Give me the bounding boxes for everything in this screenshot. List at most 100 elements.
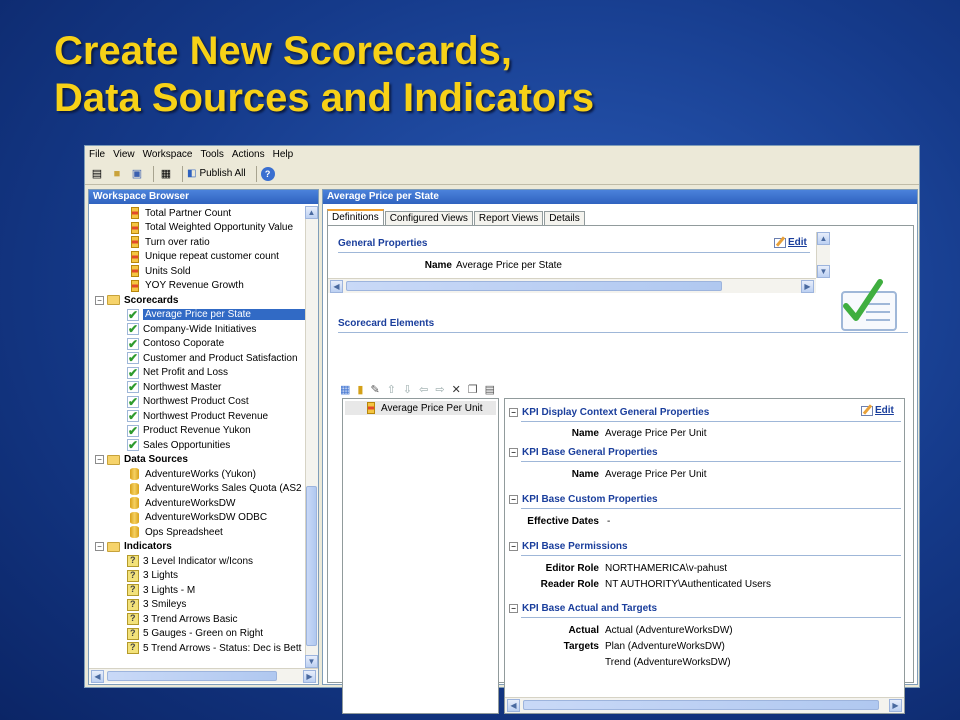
scroll-up-icon[interactable]: ▲ bbox=[305, 206, 318, 219]
tree-item[interactable]: AdventureWorks Sales Quota (AS2 bbox=[89, 482, 305, 497]
menu-file[interactable]: File bbox=[89, 149, 105, 160]
kpi-base-general-section[interactable]: − KPI Base General Properties bbox=[509, 447, 658, 458]
kpi-base-actual-targets-section[interactable]: − KPI Base Actual and Targets bbox=[509, 603, 657, 614]
tree-item[interactable]: 3 Lights bbox=[89, 569, 305, 584]
scroll-thumb[interactable] bbox=[306, 486, 317, 646]
scroll-down-icon[interactable]: ▼ bbox=[817, 265, 830, 278]
tree-item[interactable]: Northwest Master bbox=[89, 380, 305, 395]
edit-element-icon[interactable]: ✎ bbox=[370, 383, 379, 396]
tree-item[interactable]: Turn over ratio bbox=[89, 235, 305, 250]
copy-icon[interactable]: ❐ bbox=[468, 383, 478, 396]
tree-item[interactable]: Product Revenue Yukon bbox=[89, 424, 305, 439]
menu-actions[interactable]: Actions bbox=[232, 149, 265, 160]
open-folder-icon[interactable]: ■ bbox=[109, 166, 125, 182]
scroll-thumb[interactable] bbox=[523, 700, 879, 710]
tree-item[interactable]: Ops Spreadsheet bbox=[89, 525, 305, 540]
tree-item[interactable]: 3 Smileys bbox=[89, 598, 305, 613]
scroll-left-icon[interactable]: ◀ bbox=[507, 699, 520, 712]
tree-item[interactable]: YOY Revenue Growth bbox=[89, 279, 305, 294]
new-icon[interactable]: ▤ bbox=[89, 166, 105, 182]
target-value: Trend (AdventureWorksDW) bbox=[605, 657, 731, 668]
scroll-left-icon[interactable]: ◀ bbox=[330, 280, 343, 293]
collapse-icon[interactable]: − bbox=[509, 495, 518, 504]
tree-item[interactable]: 5 Trend Arrows - Status: Dec is Bett bbox=[89, 641, 305, 656]
collapse-icon[interactable]: − bbox=[95, 295, 104, 305]
kpi-horizontal-scrollbar[interactable]: ◀ ▶ bbox=[505, 697, 904, 713]
workspace-horizontal-scrollbar[interactable]: ◀ ▶ bbox=[89, 668, 318, 683]
menu-tools[interactable]: Tools bbox=[200, 149, 223, 160]
tree-item[interactable]: Units Sold bbox=[89, 264, 305, 279]
kpi-add-icon[interactable]: ▮ bbox=[357, 383, 363, 396]
tab-details[interactable]: Details bbox=[544, 211, 585, 225]
tree-item[interactable]: AdventureWorksDW ODBC bbox=[89, 511, 305, 526]
tree-item[interactable]: Northwest Product Revenue bbox=[89, 409, 305, 424]
effective-dates-label: Effective Dates bbox=[527, 516, 599, 527]
general-edit-link[interactable]: Edit bbox=[774, 237, 807, 248]
grid-icon[interactable]: ▦ bbox=[340, 383, 350, 396]
tree-item[interactable]: 3 Lights - M bbox=[89, 583, 305, 598]
kpi-base-permissions-section[interactable]: − KPI Base Permissions bbox=[509, 541, 628, 552]
scroll-down-icon[interactable]: ▼ bbox=[305, 655, 318, 668]
tree-item[interactable]: Sales Opportunities bbox=[89, 438, 305, 453]
move-down-icon[interactable]: ⇩ bbox=[403, 383, 412, 396]
menu-help[interactable]: Help bbox=[273, 149, 294, 160]
tree-item[interactable]: Customer and Product Satisfaction bbox=[89, 351, 305, 366]
tree-item[interactable]: AdventureWorks (Yukon) bbox=[89, 467, 305, 482]
editor-header: Average Price per State bbox=[323, 190, 917, 204]
tree-item[interactable]: 5 Gauges - Green on Right bbox=[89, 627, 305, 642]
tree-group-data-sources[interactable]: − Data Sources bbox=[89, 453, 305, 468]
move-left-icon[interactable]: ⇦ bbox=[419, 383, 428, 396]
properties-icon[interactable]: ▤ bbox=[485, 383, 495, 396]
tab-definitions[interactable]: Definitions bbox=[327, 209, 384, 225]
properties-icon[interactable]: ▦ bbox=[158, 166, 174, 182]
general-horizontal-scrollbar[interactable]: ◀ ▶ bbox=[328, 278, 816, 293]
tree-item[interactable]: Total Partner Count bbox=[89, 206, 305, 221]
tree-item[interactable]: Total Weighted Opportunity Value bbox=[89, 221, 305, 236]
kpi-display-context-section[interactable]: − KPI Display Context General Properties bbox=[509, 407, 709, 418]
scroll-right-icon[interactable]: ▶ bbox=[889, 699, 902, 712]
collapse-icon[interactable]: − bbox=[509, 408, 518, 417]
tree-item[interactable]: Northwest Product Cost bbox=[89, 395, 305, 410]
scroll-right-icon[interactable]: ▶ bbox=[801, 280, 814, 293]
tree-group-scorecards[interactable]: − Scorecards bbox=[89, 293, 305, 308]
move-up-icon[interactable]: ⇧ bbox=[387, 383, 396, 396]
scroll-left-icon[interactable]: ◀ bbox=[91, 670, 104, 683]
collapse-icon[interactable]: − bbox=[95, 455, 104, 465]
scroll-thumb[interactable] bbox=[346, 281, 722, 291]
tree-item[interactable]: 3 Trend Arrows Basic bbox=[89, 612, 305, 627]
move-right-icon[interactable]: ⇨ bbox=[435, 383, 444, 396]
tree-item[interactable]: Contoso Coporate bbox=[89, 337, 305, 352]
collapse-icon[interactable]: − bbox=[509, 542, 518, 551]
tree-item[interactable]: AdventureWorksDW bbox=[89, 496, 305, 511]
collapse-icon[interactable]: − bbox=[509, 604, 518, 613]
collapse-icon[interactable]: − bbox=[509, 448, 518, 457]
indicator-icon bbox=[127, 642, 139, 655]
menu-view[interactable]: View bbox=[113, 149, 135, 160]
kpi-base-custom-section[interactable]: − KPI Base Custom Properties bbox=[509, 494, 658, 505]
delete-icon[interactable]: ✕ bbox=[452, 383, 461, 396]
scorecard-elements-title: Scorecard Elements bbox=[338, 318, 435, 329]
tab-report-views[interactable]: Report Views bbox=[473, 211, 544, 225]
section-divider bbox=[521, 421, 901, 422]
general-vertical-scrollbar[interactable]: ▲ ▼ bbox=[816, 232, 830, 278]
kpi-edit-link[interactable]: Edit bbox=[861, 405, 894, 416]
tree-item[interactable]: 3 Level Indicator w/Icons bbox=[89, 554, 305, 569]
scroll-up-icon[interactable]: ▲ bbox=[817, 232, 830, 245]
tree-item-selected[interactable]: Average Price per State bbox=[89, 308, 305, 323]
collapse-icon[interactable]: − bbox=[95, 542, 104, 552]
help-icon[interactable]: ? bbox=[260, 166, 275, 181]
tab-configured-views[interactable]: Configured Views bbox=[384, 211, 473, 225]
scroll-thumb[interactable] bbox=[107, 671, 277, 681]
workspace-vertical-scrollbar[interactable]: ▲ ▼ bbox=[305, 206, 318, 668]
scorecard-icon bbox=[127, 308, 139, 322]
tree-group-indicators[interactable]: − Indicators bbox=[89, 540, 305, 555]
save-icon[interactable]: ▣ bbox=[129, 166, 145, 182]
kpi-icon bbox=[367, 402, 375, 414]
menu-workspace[interactable]: Workspace bbox=[143, 149, 193, 160]
tree-item[interactable]: Company-Wide Initiatives bbox=[89, 322, 305, 337]
scroll-right-icon[interactable]: ▶ bbox=[303, 670, 316, 683]
element-item[interactable]: Average Price Per Unit bbox=[345, 401, 496, 415]
publish-all-button[interactable]: ◧ Publish All bbox=[187, 168, 246, 179]
tree-item[interactable]: Unique repeat customer count bbox=[89, 250, 305, 265]
tree-item[interactable]: Net Profit and Loss bbox=[89, 366, 305, 381]
